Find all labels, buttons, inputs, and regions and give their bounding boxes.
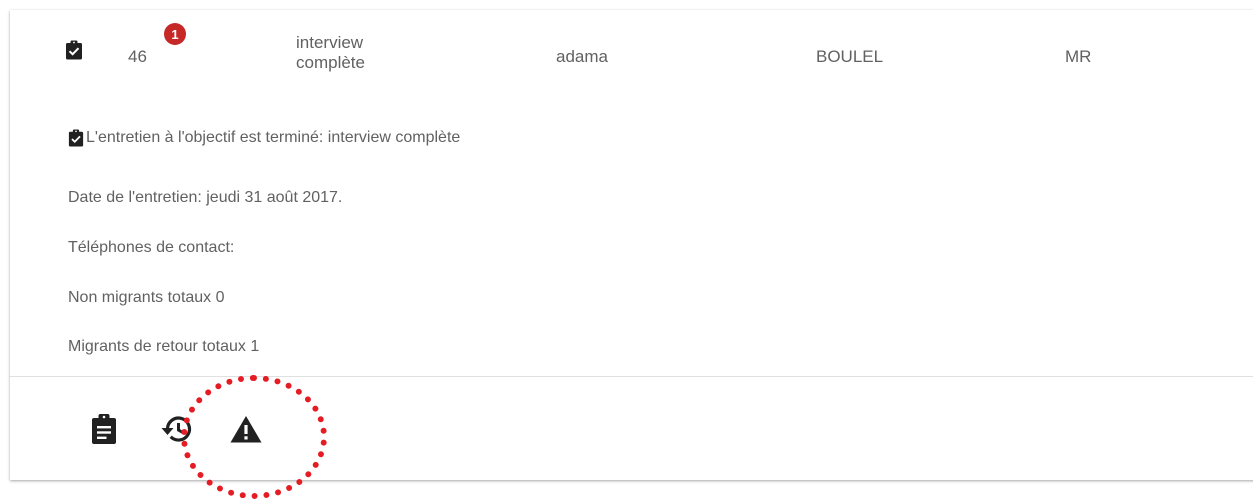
civility: MR	[1065, 47, 1092, 66]
interview-status-line2: complète	[296, 53, 365, 72]
interview-row[interactable]: 46 1 interview complète adama BOULEL MR	[10, 10, 1253, 110]
record-id: 46	[128, 47, 147, 66]
clipboard-icon	[92, 414, 116, 444]
objective-status-line: L'entretien à l'objectif est terminé: in…	[68, 129, 460, 147]
assignment-turned-in-icon	[66, 40, 82, 60]
return-migrants-total: Migrants de retour totaux 1	[68, 338, 260, 355]
notification-badge: 1	[164, 23, 186, 45]
interview-status: interview complète	[296, 33, 416, 73]
interview-card: 46 1 interview complète adama BOULEL MR …	[10, 10, 1253, 480]
divider	[10, 376, 1253, 377]
non-migrants-total: Non migrants totaux 0	[68, 289, 225, 306]
history-icon	[161, 416, 192, 442]
questionnaire-button[interactable]	[86, 412, 122, 446]
contact-phones: Téléphones de contact:	[68, 239, 235, 256]
interview-status-line1: interview	[296, 33, 364, 52]
warning-icon	[230, 416, 262, 443]
assignment-turned-in-icon	[68, 129, 84, 147]
objective-status-text: L'entretien à l'objectif est terminé: in…	[86, 129, 461, 146]
first-name: adama	[556, 47, 608, 66]
interview-date: Date de l'entretien: jeudi 31 août 2017.	[68, 189, 343, 206]
last-name: BOULEL	[816, 47, 884, 66]
history-button[interactable]	[156, 412, 196, 446]
warning-button[interactable]	[226, 412, 266, 446]
